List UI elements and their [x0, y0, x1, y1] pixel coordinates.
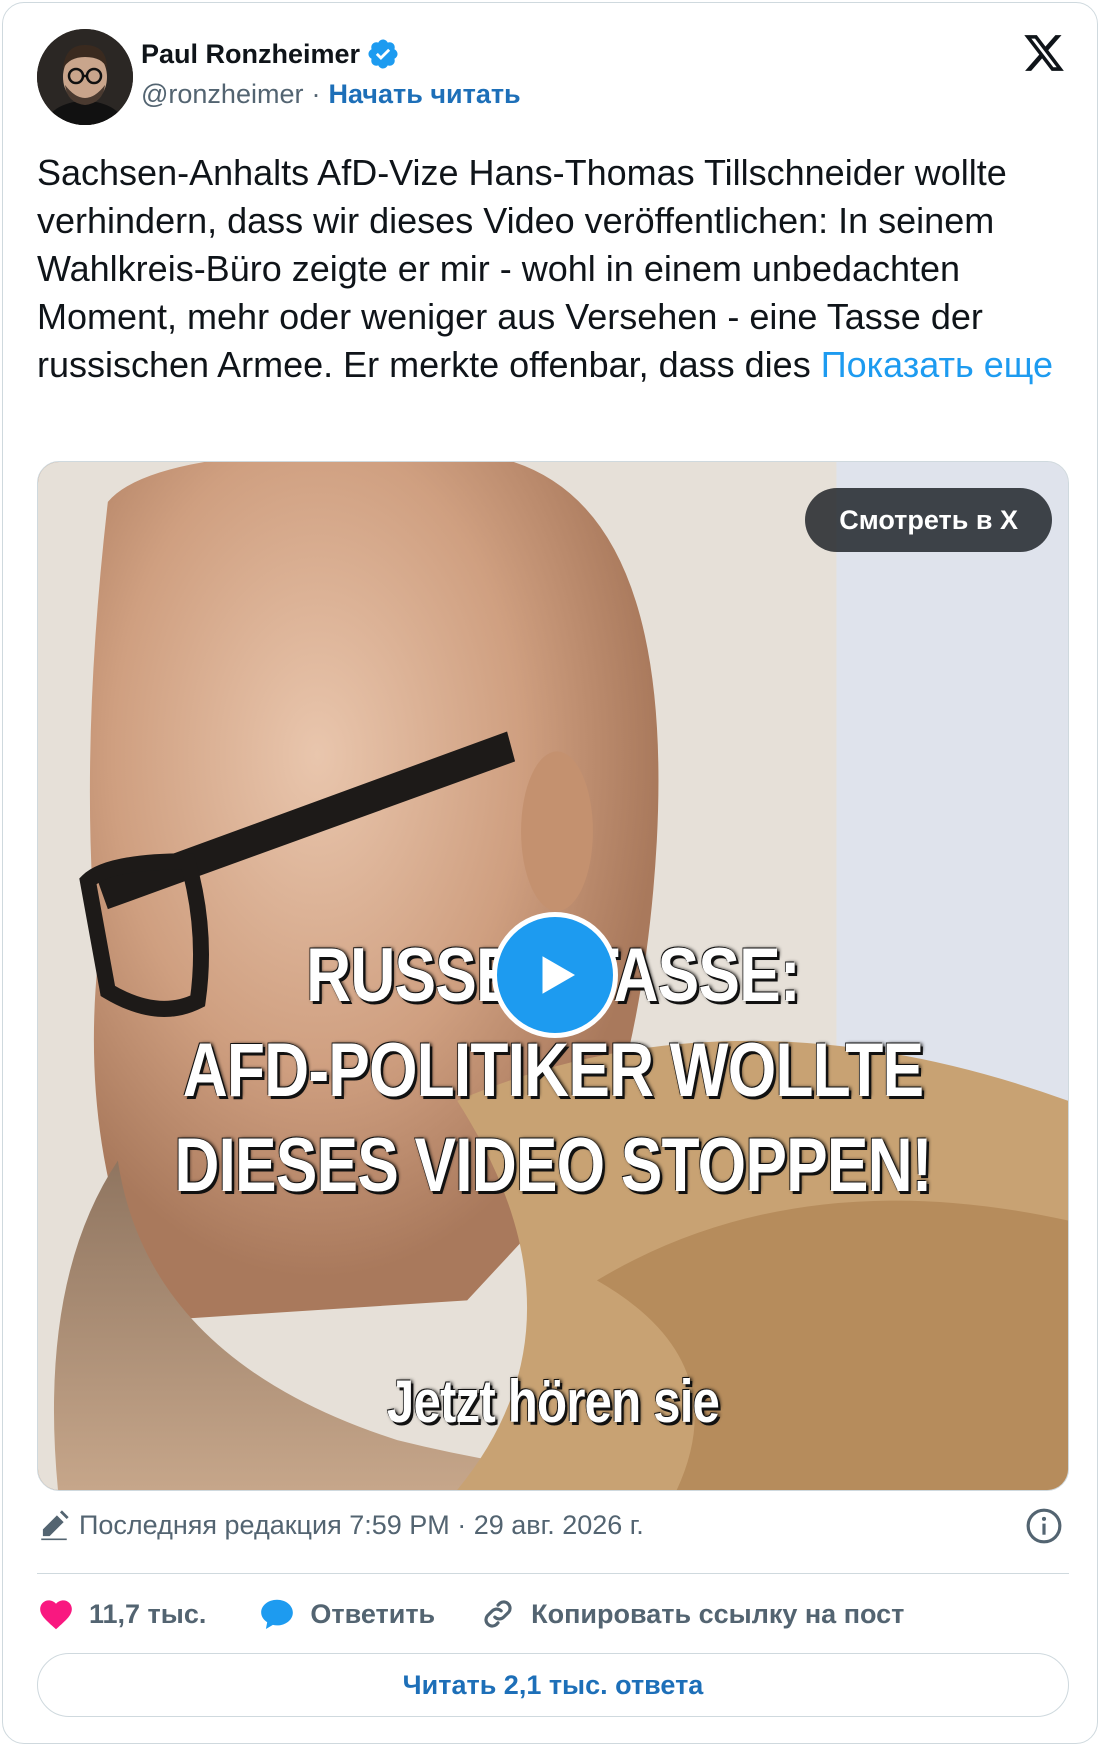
action-bar: 11,7 тыс. Ответить Копировать ссылку на …	[37, 1589, 904, 1639]
divider	[37, 1573, 1069, 1574]
avatar[interactable]	[37, 29, 133, 125]
copy-link-button[interactable]: Копировать ссылку на пост	[479, 1595, 904, 1633]
play-icon	[542, 956, 575, 994]
watch-on-x-button[interactable]: Смотреть в X	[805, 488, 1052, 552]
handle-separator: ·	[311, 79, 321, 109]
link-icon	[484, 1600, 512, 1628]
show-more-link[interactable]: Показать еще	[821, 344, 1053, 385]
follow-link[interactable]: Начать читать	[328, 79, 520, 110]
edited-timestamp[interactable]: Последняя редакция 7:59 PM · 29 авг. 202…	[79, 1510, 644, 1541]
pencil-icon	[41, 1510, 69, 1541]
read-replies-button[interactable]: Читать 2,1 тыс. ответа	[37, 1653, 1069, 1717]
handle-row: @ronzheimer · Начать читать	[141, 79, 521, 110]
author-name-text[interactable]: Paul Ronzheimer	[141, 39, 360, 70]
video-subtitle: Jetzt hören sie	[386, 1368, 720, 1435]
post-meta: Последняя редакция 7:59 PM · 29 авг. 202…	[37, 1503, 1069, 1547]
x-logo-icon[interactable]	[1021, 31, 1067, 75]
reply-bubble-icon	[261, 1599, 294, 1630]
video-caption-line: AFD-POLITIKER WOLLTE	[182, 1028, 924, 1113]
like-count: 11,7 тыс.	[89, 1598, 207, 1629]
author-handle[interactable]: @ronzheimer	[141, 79, 303, 110]
play-button[interactable]	[492, 912, 618, 1038]
info-icon[interactable]	[1025, 1507, 1063, 1545]
reply-label: Ответить	[310, 1598, 436, 1629]
heart-icon	[40, 1600, 72, 1630]
reply-button[interactable]: Ответить	[258, 1595, 435, 1633]
tweet-card: Paul Ronzheimer @ronzheimer · Начать чит…	[2, 2, 1098, 1744]
verified-badge-icon	[368, 39, 398, 69]
video-thumbnail[interactable]: Смотреть в X RUSSEN-TASSE: AFD-POLITIKER…	[37, 461, 1069, 1491]
copy-link-label: Копировать ссылку на пост	[531, 1598, 905, 1629]
video-caption-line: DIESES VIDEO STOPPEN!	[174, 1123, 932, 1208]
author-name[interactable]: Paul Ronzheimer	[141, 37, 400, 71]
like-button[interactable]: 11,7 тыс.	[37, 1595, 206, 1633]
tweet-text: Sachsen-Anhalts AfD-Vize Hans-Thomas Til…	[37, 149, 1067, 389]
